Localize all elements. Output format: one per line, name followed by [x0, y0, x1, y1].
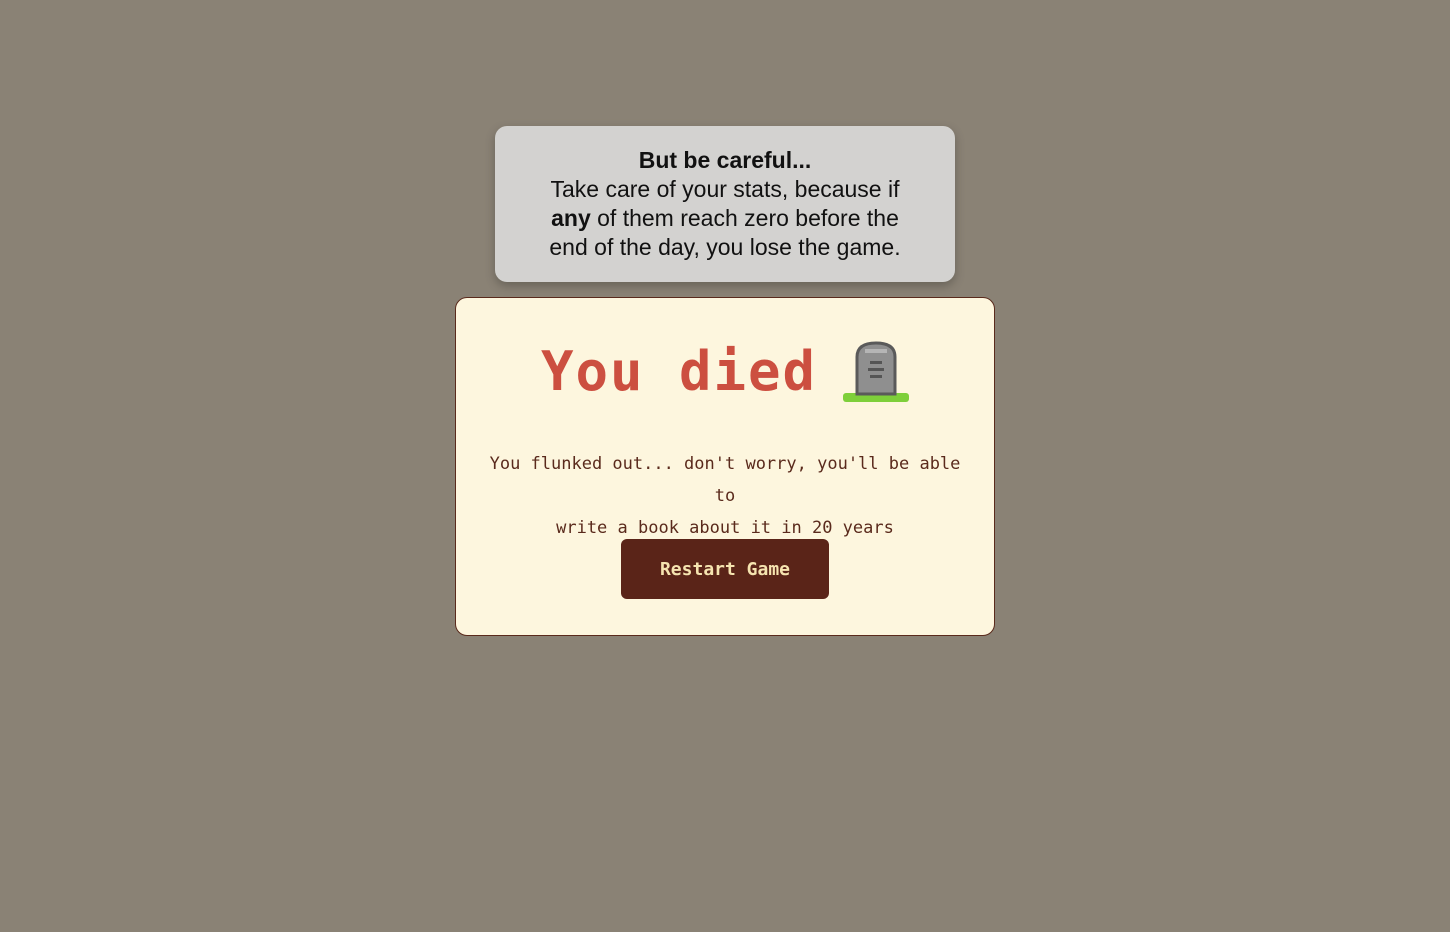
tooltip-line-1: Take care of your stats, because if	[550, 176, 900, 202]
tooltip-title: But be careful...	[638, 147, 812, 173]
tooltip-line-3: end of the day, you lose the game.	[549, 234, 901, 260]
headstone-icon	[843, 341, 910, 402]
game-over-message: You flunked out... don't worry, you'll b…	[476, 448, 974, 544]
tooltip-line-2-rest: of them reach zero before the	[590, 205, 899, 231]
tooltip-line-2: any of them reach zero before the	[495, 204, 955, 233]
warning-tooltip: But be careful... Take care of your stat…	[495, 126, 955, 282]
heading-text: You died	[540, 339, 818, 403]
game-over-heading: You died	[456, 336, 994, 406]
game-over-modal: You died You flunked out... don't worry,…	[455, 297, 995, 636]
game-screen: But be careful... Take care of your stat…	[0, 0, 1450, 932]
tooltip-emphasis: any	[551, 205, 591, 231]
message-line-1: You flunked out... don't worry, you'll b…	[489, 454, 961, 506]
restart-game-button[interactable]: Restart Game	[621, 539, 829, 599]
